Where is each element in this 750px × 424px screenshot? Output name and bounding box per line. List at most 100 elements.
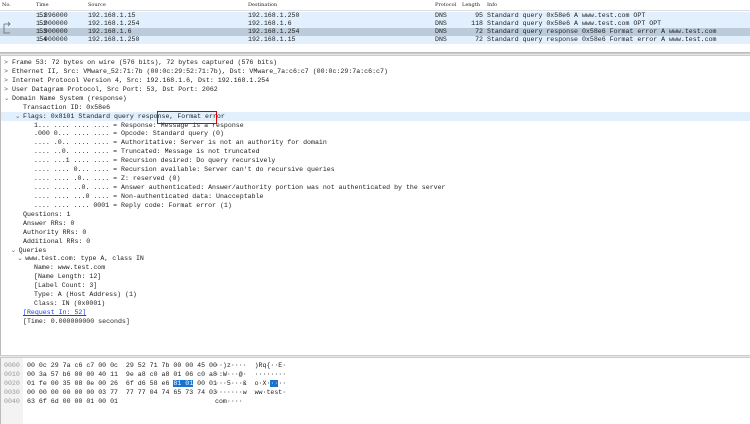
detail-line[interactable]: > Ethernet II, Src: VMware_52:71:7b (00:0… xyxy=(1,67,750,76)
byte-offset: 0040 xyxy=(4,398,20,405)
collapsed-chevron-icon[interactable]: > xyxy=(4,67,12,76)
byte-offset: 0000 xyxy=(4,362,20,369)
ascii-bytes: com···· xyxy=(215,398,243,405)
cell-len: 72 xyxy=(475,36,483,43)
hex-bytes: 00 00 00 00 00 00 03 77 77 77 04 74 65 7… xyxy=(27,389,217,396)
detail-line[interactable]: > Frame 53: 72 bytes on wire (576 bits), … xyxy=(1,58,750,67)
detail-text: [Label Count: 3] xyxy=(34,282,98,290)
cell-src: 192.168.1.250 xyxy=(88,36,140,43)
detail-line[interactable]: ⌄ Flags: 0x8101 Standard query response, … xyxy=(1,111,750,121)
hex-selected: 81 01 xyxy=(173,380,194,387)
col-length[interactable]: Length xyxy=(462,2,483,8)
detail-line[interactable]: Questions: 1 xyxy=(1,210,750,219)
hex-bytes: 00 01 xyxy=(193,380,217,387)
cell-dst: 192.168.1.250 xyxy=(248,12,300,19)
cell-info: Standard query 0x58e6 A www.test.com OPT xyxy=(487,12,646,19)
cell-proto: DNS xyxy=(435,12,447,19)
collapsed-chevron-icon[interactable]: > xyxy=(4,58,12,67)
ascii-bytes: ·:W···@· ········ xyxy=(215,371,287,378)
cell-proto: DNS xyxy=(435,36,447,43)
detail-line[interactable]: .... ..0. .... .... = Truncated: Message… xyxy=(1,147,750,156)
col-time[interactable]: Time xyxy=(36,2,49,8)
detail-line[interactable]: Authority RRs: 0 xyxy=(1,228,750,237)
detail-text: Answer RRs: 0 xyxy=(23,219,75,227)
hex-bytes: 63 6f 6d 00 00 01 00 01 xyxy=(27,398,119,405)
collapsed-chevron-icon[interactable]: > xyxy=(4,85,12,94)
packet-row[interactable]: 53 1.900000 192.168.1.6 192.168.1.254 DNS 72 S… xyxy=(0,28,750,36)
detail-text: .... .... .... 0001 = Reply code: Format… xyxy=(34,201,232,209)
detail-line[interactable]: Answer RRs: 0 xyxy=(1,219,750,228)
detail-text: Questions: 1 xyxy=(23,210,71,218)
expanded-chevron-icon[interactable]: ⌄ xyxy=(17,254,25,263)
detail-line[interactable]: Class: IN (0x0001) xyxy=(1,299,750,308)
detail-line[interactable]: ⌄ www.test.com: type A, class IN xyxy=(1,254,750,263)
detail-text: .... .0.. .... .... = Authoritative: Ser… xyxy=(34,139,327,147)
detail-text: Queries xyxy=(18,246,47,254)
detail-text: .... ...1 .... .... = Recursion desired:… xyxy=(34,157,276,165)
detail-text: Name: www.test.com xyxy=(34,264,106,272)
annotation-highlight-box xyxy=(157,111,217,124)
detail-line[interactable]: [Name Length: 12] xyxy=(1,272,750,281)
col-no[interactable]: No. xyxy=(2,2,35,8)
col-protocol[interactable]: Protocol xyxy=(435,2,456,8)
detail-text: Domain Name System (response) xyxy=(12,94,127,102)
detail-line[interactable]: 1... .... .... .... = Response: Message … xyxy=(1,121,750,130)
detail-line[interactable]: .... .... .0.. .... = Z: reserved (0) xyxy=(1,174,750,183)
col-destination[interactable]: Destination xyxy=(248,2,277,8)
detail-line[interactable]: Type: A (Host Address) (1) xyxy=(1,290,750,299)
cell-proto: DNS xyxy=(435,20,447,27)
packet-row[interactable]: 54 1.900000 192.168.1.250 192.168.1.15 DNS 72… xyxy=(0,36,750,44)
ascii-bytes: ·······w ww·test· xyxy=(215,389,287,396)
detail-line[interactable]: [Label Count: 3] xyxy=(1,281,750,290)
detail-line[interactable]: > User Datagram Protocol, Src Port: 53, D… xyxy=(1,85,750,94)
cell-src: 192.168.1.6 xyxy=(88,28,132,35)
detail-line[interactable]: Name: www.test.com xyxy=(1,263,750,272)
detail-line[interactable]: ⌄ Domain Name System (response) xyxy=(1,94,750,103)
cell-len: 118 xyxy=(471,20,483,27)
col-source[interactable]: Source xyxy=(88,2,106,8)
detail-line[interactable]: ⌄ Queries xyxy=(1,246,750,255)
detail-line[interactable]: .... .0.. .... .... = Authoritative: Ser… xyxy=(1,138,750,147)
detail-line[interactable]: .... .... 0... .... = Recursion availabl… xyxy=(1,165,750,174)
cell-time: 1.896000 xyxy=(36,12,68,19)
detail-text: [Name Length: 12] xyxy=(34,273,102,281)
detail-line[interactable]: .... .... ..0. .... = Answer authenticat… xyxy=(1,183,750,192)
packet-row[interactable]: 52 1.900000 192.168.1.254 192.168.1.6 DNS 118… xyxy=(0,20,750,28)
ascii-bytes: ··)z···· )Rq{··E· xyxy=(215,362,287,369)
detail-text: www.test.com: type A, class IN xyxy=(25,255,144,263)
byte-offset: 0020 xyxy=(4,380,20,387)
detail-line[interactable]: .... ...1 .... .... = Recursion desired:… xyxy=(1,156,750,165)
detail-line[interactable]: .... .... .... 0001 = Reply code: Format… xyxy=(1,201,750,210)
detail-line[interactable]: > Internet Protocol Version 4, Src: 192.1… xyxy=(1,76,750,85)
expanded-chevron-icon[interactable]: ⌄ xyxy=(4,94,12,103)
col-info[interactable]: Info xyxy=(487,2,497,8)
detail-line[interactable]: Additional RRs: 0 xyxy=(1,237,750,246)
cell-src: 192.168.1.254 xyxy=(88,20,140,27)
detail-line[interactable]: .000 0... .... .... = Opcode: Standard q… xyxy=(1,129,750,138)
detail-line[interactable]: .... .... ...0 .... = Non-authenticated … xyxy=(1,192,750,201)
cell-proto: DNS xyxy=(435,28,447,35)
detail-line[interactable]: Transaction ID: 0x58e6 xyxy=(1,103,750,112)
detail-text: .... .... .0.. .... = Z: reserved (0) xyxy=(34,175,181,183)
packet-row[interactable]: 51 1.896000 192.168.1.15 192.168.1.250 DNS 95… xyxy=(0,12,750,20)
detail-line[interactable]: [Time: 0.000000000 seconds] xyxy=(1,317,750,326)
cell-time: 1.900000 xyxy=(36,20,68,27)
detail-line[interactable]: [Request In: 52] xyxy=(1,308,750,317)
expanded-chevron-icon[interactable]: ⌄ xyxy=(15,112,23,121)
request-in-link[interactable]: [Request In: 52] xyxy=(23,309,86,316)
detail-text: User Datagram Protocol, Src Port: 53, Ds… xyxy=(12,85,218,93)
cell-info: Standard query response 0x58e6 Format er… xyxy=(487,28,717,35)
detail-text: [Time: 0.000000000 seconds] xyxy=(23,317,130,325)
related-packet-arrow-icon xyxy=(3,21,11,34)
cell-time: 1.900000 xyxy=(36,28,68,35)
collapsed-chevron-icon[interactable]: > xyxy=(4,76,12,85)
cell-time: 1.900000 xyxy=(36,36,68,43)
detail-text: .... .... ...0 .... = Non-authenticated … xyxy=(34,192,264,200)
cell-dst: 192.168.1.254 xyxy=(248,28,300,35)
expanded-chevron-icon[interactable]: ⌄ xyxy=(11,246,19,255)
packet-bytes: 0000 00 0c 29 7a c6 c7 00 0c 29 52 71 7b … xyxy=(0,358,750,424)
packet-list-header: No. Time Source Destination Protocol Len… xyxy=(0,0,750,11)
detail-text: .... ..0. .... .... = Truncated: Message… xyxy=(34,148,260,156)
detail-text: Class: IN (0x0001) xyxy=(34,300,106,308)
detail-text: Additional RRs: 0 xyxy=(23,237,91,245)
